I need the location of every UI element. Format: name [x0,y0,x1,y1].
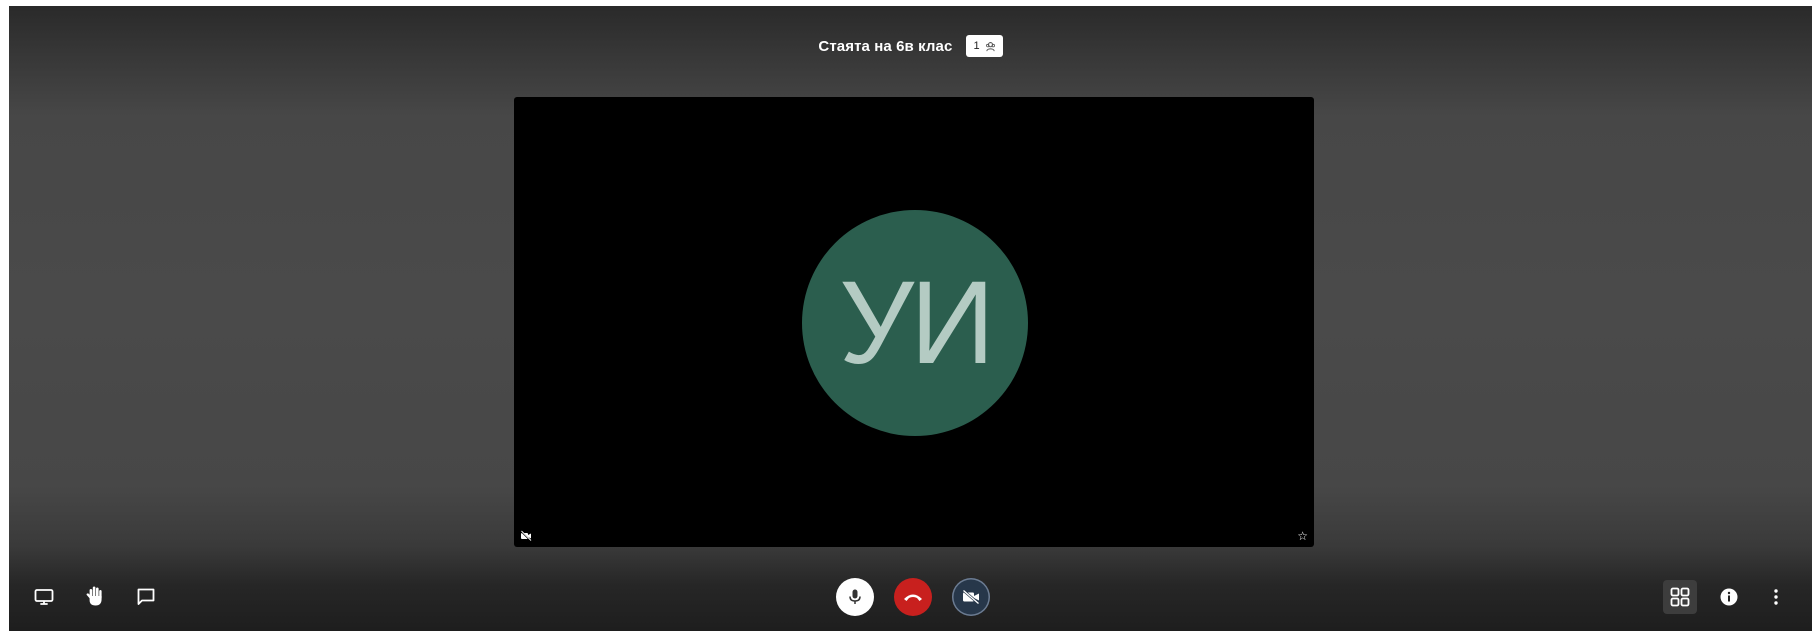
camera-off-icon [961,589,981,605]
more-options-button[interactable] [1766,584,1786,610]
info-button[interactable] [1716,584,1742,610]
tile-view-icon [1670,587,1690,607]
chat-button[interactable] [133,584,159,610]
tile-view-button[interactable] [1663,580,1697,614]
camera-off-icon [520,529,532,542]
hangup-icon [902,590,924,604]
toolbar [9,571,1812,631]
camera-toggle-button[interactable] [952,578,990,616]
chat-icon [136,587,156,607]
info-icon [1720,588,1738,606]
participants-icon [985,41,996,52]
more-options-icon [1774,589,1778,605]
raise-hand-button[interactable] [82,582,108,610]
microphone-icon [847,588,863,606]
screen-share-button[interactable] [31,584,57,610]
meeting-header: Стаята на 6в клас 1 [9,31,1812,61]
participant-video-tile[interactable]: УИ ☆ [514,97,1314,547]
participant-count: 1 [973,40,980,52]
meeting-title: Стаята на 6в клас [818,37,953,55]
participants-badge[interactable]: 1 [966,35,1003,57]
hangup-button[interactable] [894,578,932,616]
star-icon[interactable]: ☆ [1297,529,1308,543]
meeting-window: Стаята на 6в клас 1 УИ ☆ [9,6,1812,631]
screen-share-icon [34,588,54,606]
microphone-button[interactable] [836,578,874,616]
avatar: УИ [802,210,1028,436]
raise-hand-icon [85,585,105,607]
